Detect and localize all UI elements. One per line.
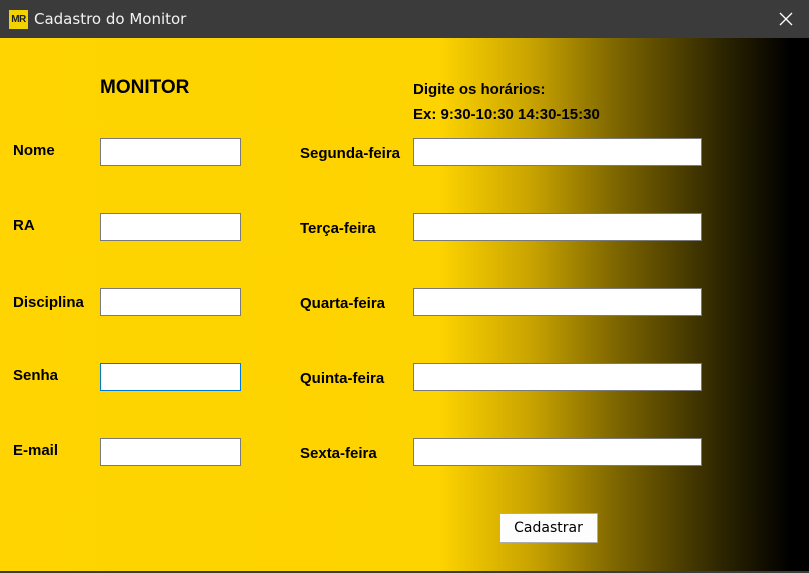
disciplina-input[interactable] <box>100 288 241 316</box>
disciplina-label: Disciplina <box>13 294 84 311</box>
form-heading: MONITOR <box>100 77 190 98</box>
senha-input[interactable] <box>100 363 241 391</box>
sexta-input[interactable] <box>413 438 702 466</box>
email-label: E-mail <box>13 442 59 459</box>
ra-label: RA <box>13 217 35 234</box>
ra-input[interactable] <box>100 213 241 241</box>
schedule-example: Ex: 9:30-10:30 14:30-15:30 <box>413 106 600 123</box>
close-icon <box>779 12 793 26</box>
quarta-input[interactable] <box>413 288 702 316</box>
segunda-label: Segunda-feira <box>300 145 401 162</box>
quinta-label: Quinta-feira <box>300 370 385 387</box>
nome-label: Nome <box>13 142 55 159</box>
quarta-label: Quarta-feira <box>300 295 386 312</box>
sexta-label: Sexta-feira <box>300 445 377 462</box>
terca-label: Terça-feira <box>300 220 376 237</box>
title-bar: MR Cadastro do Monitor <box>0 0 809 38</box>
email-input[interactable] <box>100 438 241 466</box>
cadastrar-button[interactable]: Cadastrar <box>499 513 598 543</box>
window-title: Cadastro do Monitor <box>34 10 187 28</box>
terca-input[interactable] <box>413 213 702 241</box>
cadastro-monitor-window: MR Cadastro do Monitor MONITOR Digite os… <box>0 0 809 573</box>
nome-input[interactable] <box>100 138 241 166</box>
senha-label: Senha <box>13 367 59 384</box>
close-button[interactable] <box>763 0 809 38</box>
app-logo-icon: MR <box>9 10 28 29</box>
quinta-input[interactable] <box>413 363 702 391</box>
segunda-input[interactable] <box>413 138 702 166</box>
schedule-hint: Digite os horários: <box>413 81 546 98</box>
